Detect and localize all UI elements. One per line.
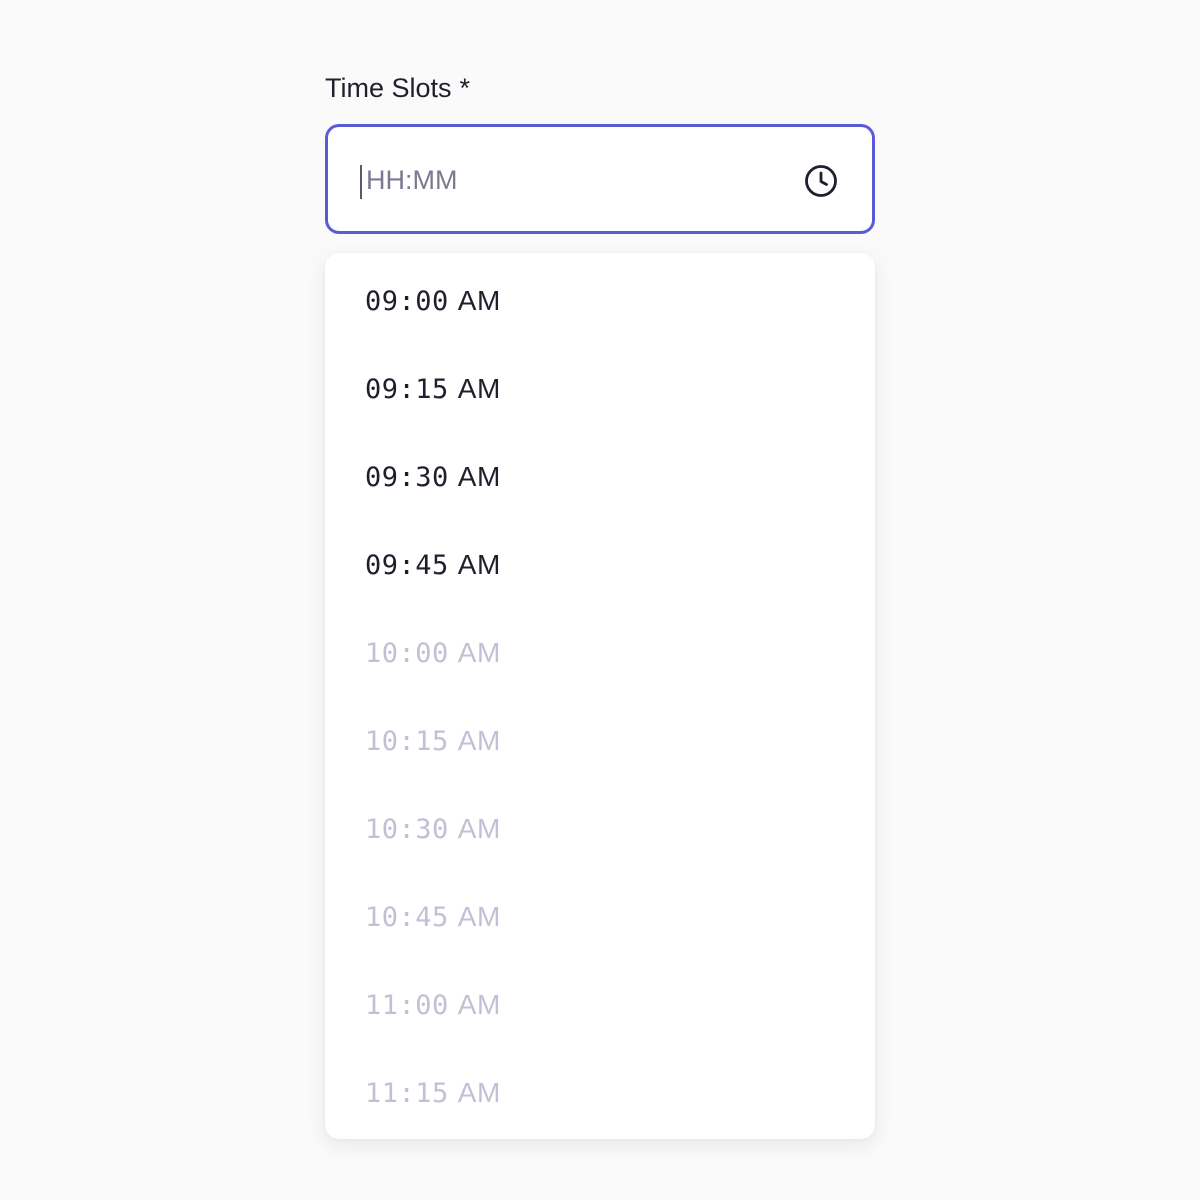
time-option: 10:45 AM: [325, 873, 875, 961]
time-option-time: 09:30: [365, 461, 449, 493]
clock-icon[interactable]: [803, 163, 839, 199]
time-option: 11:00 AM: [325, 961, 875, 1049]
time-option: 10:00 AM: [325, 609, 875, 697]
clock-icon-graphic: [805, 165, 837, 197]
time-option-period: AM: [457, 549, 501, 580]
time-option-period: AM: [457, 901, 501, 932]
time-option-time: 10:15: [365, 725, 449, 757]
time-option-period: AM: [457, 989, 501, 1020]
time-input[interactable]: [366, 155, 786, 205]
time-option-time: 11:00: [365, 989, 449, 1021]
time-option-time: 11:15: [365, 1077, 449, 1109]
time-option-time: 09:45: [365, 549, 449, 581]
time-option-period: AM: [457, 373, 501, 404]
time-option-time: 10:00: [365, 637, 449, 669]
time-slots-field: Time Slots *: [325, 68, 875, 234]
time-option-time: 09:00: [365, 285, 449, 317]
time-option: 10:30 AM: [325, 785, 875, 873]
time-option-period: AM: [457, 461, 501, 492]
time-option[interactable]: 09:30 AM: [325, 433, 875, 521]
required-indicator: *: [459, 72, 471, 103]
time-option[interactable]: 09:15 AM: [325, 345, 875, 433]
text-caret: [360, 165, 362, 199]
field-label-text: Time Slots: [325, 72, 452, 103]
time-option-period: AM: [457, 725, 501, 756]
time-option-period: AM: [457, 285, 501, 316]
time-option-period: AM: [457, 1077, 501, 1108]
time-option-period: AM: [457, 813, 501, 844]
time-option: 10:15 AM: [325, 697, 875, 785]
time-option-time: 10:45: [365, 901, 449, 933]
time-option-period: AM: [457, 637, 501, 668]
time-option-time: 09:15: [365, 373, 449, 405]
field-label: Time Slots *: [325, 68, 875, 108]
time-input-container[interactable]: [325, 124, 875, 234]
time-option: 11:15 AM: [325, 1049, 875, 1137]
time-slot-dropdown: 09:00 AM 09:15 AM 09:30 AM 09:45 AM 10:0…: [325, 253, 875, 1139]
time-option-time: 10:30: [365, 813, 449, 845]
time-option[interactable]: 09:00 AM: [325, 257, 875, 345]
time-option[interactable]: 09:45 AM: [325, 521, 875, 609]
